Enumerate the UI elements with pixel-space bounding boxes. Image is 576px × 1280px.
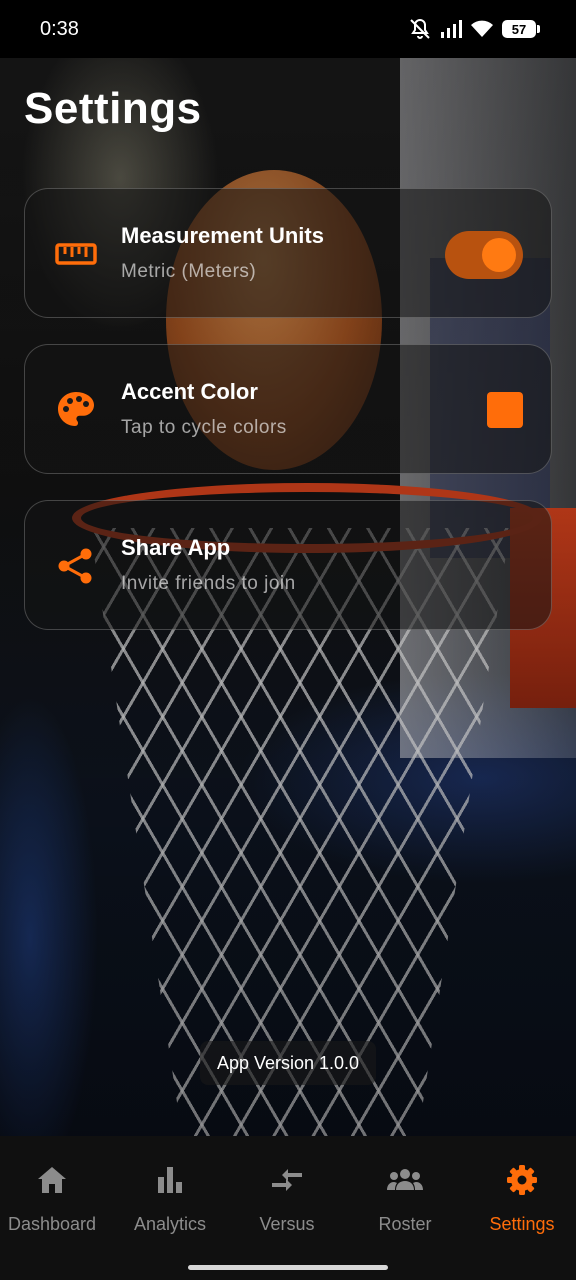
- nav-item-settings[interactable]: Settings: [464, 1160, 576, 1240]
- battery-level: 57: [511, 21, 527, 37]
- status-icons: 57: [408, 17, 540, 41]
- setting-measurement-units[interactable]: Measurement Units Metric (Meters): [24, 188, 552, 318]
- nav-label: Analytics: [133, 1214, 207, 1234]
- ruler-icon: [55, 233, 97, 275]
- nav-label: Settings: [489, 1214, 555, 1234]
- setting-share-app[interactable]: Share App Invite friends to join: [24, 500, 552, 630]
- share-icon: [55, 545, 97, 587]
- page-title: Settings: [24, 84, 202, 133]
- gear-icon: [505, 1160, 539, 1200]
- bottom-navigation: Dashboard Analytics Versus Roster Settin…: [0, 1136, 576, 1280]
- setting-accent-color[interactable]: Accent Color Tap to cycle colors: [24, 344, 552, 474]
- group-icon: [385, 1160, 425, 1200]
- accent-color-swatch[interactable]: [487, 392, 523, 428]
- nav-item-dashboard[interactable]: Dashboard: [0, 1160, 110, 1240]
- app-version-label: App Version 1.0.0: [200, 1041, 376, 1085]
- status-bar: 0:38 57: [0, 0, 576, 58]
- nav-label: Versus: [259, 1214, 315, 1234]
- signal-icon: [440, 19, 462, 39]
- nav-item-roster[interactable]: Roster: [347, 1160, 463, 1240]
- setting-subtitle: Tap to cycle colors: [121, 417, 287, 438]
- compare-arrows-icon: [270, 1160, 304, 1200]
- mute-icon: [408, 17, 432, 41]
- bar-chart-icon: [153, 1160, 187, 1200]
- setting-title: Accent Color: [121, 379, 258, 404]
- setting-title: Share App: [121, 535, 231, 560]
- setting-subtitle: Invite friends to join: [121, 573, 296, 594]
- palette-icon: [55, 389, 97, 431]
- wifi-icon: [470, 19, 494, 39]
- nav-item-versus[interactable]: Versus: [229, 1160, 345, 1240]
- status-time: 0:38: [40, 17, 79, 40]
- toggle-knob: [482, 238, 516, 272]
- battery-icon: 57: [502, 20, 540, 38]
- home-icon: [35, 1160, 69, 1200]
- nav-label: Dashboard: [7, 1214, 97, 1234]
- gesture-bar[interactable]: [188, 1265, 388, 1270]
- setting-title: Measurement Units: [121, 223, 324, 248]
- nav-item-analytics[interactable]: Analytics: [112, 1160, 228, 1240]
- units-toggle[interactable]: [445, 231, 523, 279]
- setting-subtitle: Metric (Meters): [121, 261, 257, 282]
- nav-label: Roster: [378, 1214, 432, 1234]
